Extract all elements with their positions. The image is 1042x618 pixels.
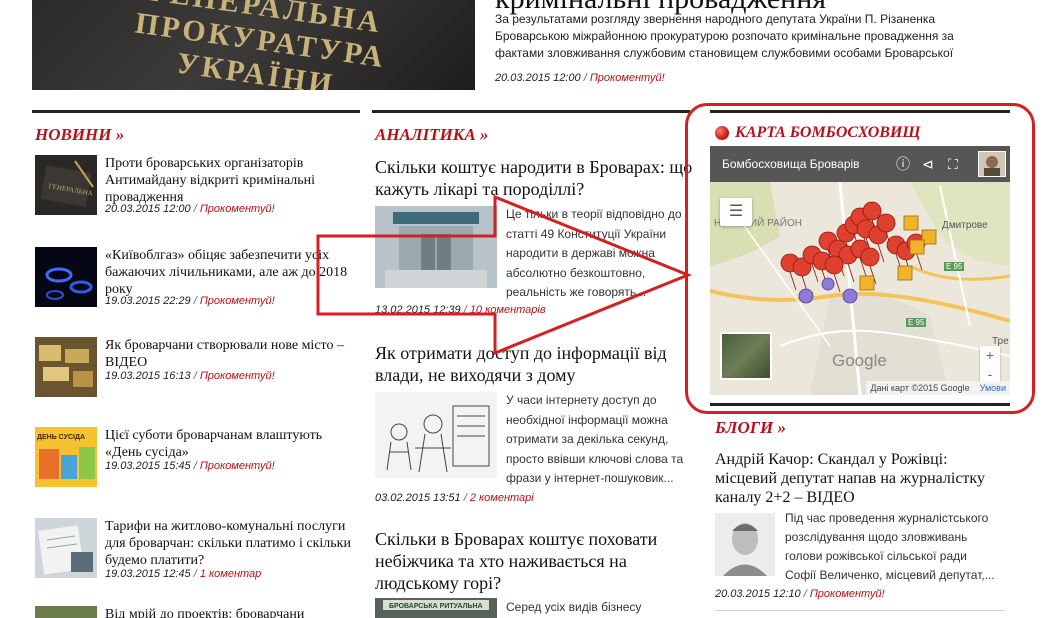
blog-divider [715, 610, 1005, 611]
blog-excerpt: Під час проведення журналістського розсл… [785, 511, 995, 582]
blog-date: 20.03.2015 12:10 [715, 588, 801, 600]
blog-comment-link[interactable]: Прокоментуй! [810, 588, 885, 600]
blogs-heading[interactable]: БЛОГИ » [715, 418, 786, 438]
blog-author-photo[interactable] [715, 513, 775, 576]
blog-meta: 20.03.2015 12:10 / Прокоментуй! [715, 588, 885, 600]
blog-title[interactable]: Андрій Качор: Скандал у Рожівці: місцеви… [715, 450, 995, 507]
annotation-frame [685, 103, 1035, 414]
